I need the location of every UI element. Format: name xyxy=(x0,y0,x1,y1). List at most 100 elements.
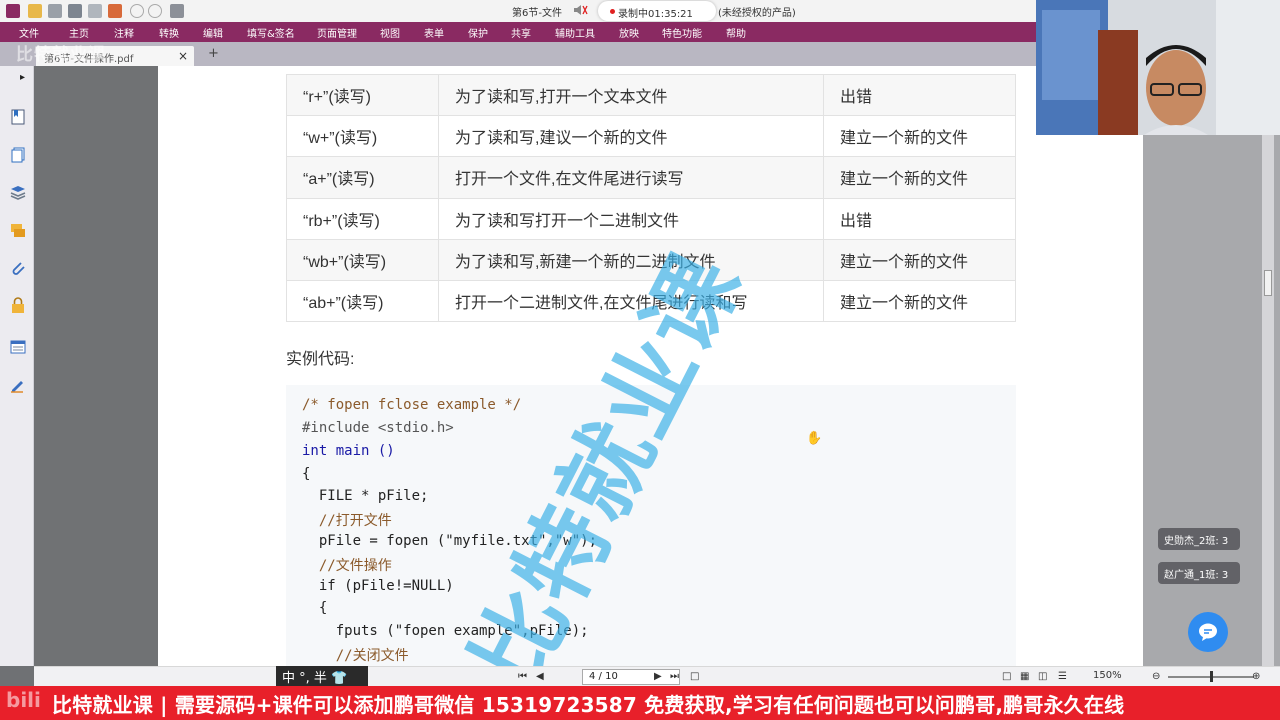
pages-icon[interactable] xyxy=(9,146,27,164)
recording-status: 录制中01:35:21 xyxy=(598,1,716,21)
vertical-scrollbar[interactable] xyxy=(1262,135,1274,666)
menu-bar: 文件 主页 注释 转换 编辑 填写&签名 页面管理 视图 表单 保护 共享 辅助… xyxy=(0,22,1036,42)
split-view-icon[interactable]: ☰ xyxy=(1058,671,1067,682)
table-cell: “ab+”(读写) xyxy=(286,279,439,323)
promo-banner: 比特就业课 | 需要源码+课件可以添加鹏哥微信 15319723587 免费获取… xyxy=(0,686,1280,720)
mail-icon[interactable] xyxy=(88,4,102,18)
continuous-page-icon[interactable]: ▦ xyxy=(1020,671,1029,682)
table-cell: 为了读和写,打开一个文本文件 xyxy=(438,73,824,117)
code-line: /* fopen fclose example */ xyxy=(302,397,522,413)
table-cell: “rb+”(读写) xyxy=(286,197,439,240)
table-row: “w+”(读写) 为了读和写,建议一个新的文件 建立一个新的文件 xyxy=(286,115,1016,158)
signature-icon[interactable] xyxy=(9,376,27,394)
menu-share[interactable]: 共享 xyxy=(511,25,531,40)
lock-icon[interactable] xyxy=(9,296,27,314)
next-page-icon[interactable]: ▶ xyxy=(654,671,662,682)
zoom-out-icon[interactable]: ⊖ xyxy=(1152,671,1160,682)
code-line: #include <stdio.h> xyxy=(302,420,454,436)
code-heading: 实例代码: xyxy=(286,351,355,368)
banner-text: 比特就业课 | 需要源码+课件可以添加鹏哥微信 15319723587 免费获取… xyxy=(52,693,1125,717)
menu-accessibility[interactable]: 辅助工具 xyxy=(555,25,595,40)
code-line: if (pFile!=NULL) xyxy=(302,578,454,594)
tab-bar: 第6节-文件操作.pdf × xyxy=(0,42,1036,66)
comments-icon[interactable] xyxy=(9,221,27,239)
facing-page-icon[interactable]: ◫ xyxy=(1038,671,1047,682)
menu-help[interactable]: 帮助 xyxy=(726,25,746,40)
print-icon[interactable] xyxy=(68,4,82,18)
scrollbar-thumb[interactable] xyxy=(1264,270,1272,296)
side-area xyxy=(1143,135,1280,666)
table-cell: 打开一个文件,在文件尾进行读写 xyxy=(438,156,824,199)
table-row: “a+”(读写) 打开一个文件,在文件尾进行读写 建立一个新的文件 xyxy=(286,156,1016,199)
stamp-icon[interactable] xyxy=(108,4,122,18)
close-icon[interactable]: × xyxy=(178,49,188,63)
table-cell: “wb+”(读写) xyxy=(286,238,439,281)
chat-button[interactable] xyxy=(1188,612,1228,652)
status-bar: ⏮ ◀ 4 / 10 ▶ ⏭ □ □ ▦ ◫ ☰ 150% ⊖ ⊕ xyxy=(34,666,1280,686)
table-row: “r+”(读写) 为了读和写,打开一个文本文件 出错 xyxy=(286,73,1016,117)
chat-icon xyxy=(1199,623,1217,641)
undo-icon[interactable] xyxy=(130,4,144,18)
table-cell: 建立一个新的文件 xyxy=(823,279,1016,323)
menu-present[interactable]: 放映 xyxy=(619,25,639,40)
bilibili-logo: bili xyxy=(6,688,41,712)
doc-title: 第6节-文件 xyxy=(512,8,562,19)
prev-page-icon[interactable]: ◀ xyxy=(536,671,544,682)
speaker-icon[interactable] xyxy=(572,3,590,19)
panel-expand-icon[interactable]: ▸ xyxy=(20,72,25,83)
single-page-icon[interactable]: □ xyxy=(1002,671,1011,682)
code-line: { xyxy=(302,600,328,616)
table-cell: 出错 xyxy=(823,73,1016,117)
table-cell: “r+”(读写) xyxy=(286,73,439,117)
hand-cursor-icon: ✋ xyxy=(806,431,823,446)
menu-features[interactable]: 特色功能 xyxy=(662,25,702,40)
table-cell: “a+”(读写) xyxy=(286,156,439,199)
title-suffix: (未经授权的产品) xyxy=(718,8,796,19)
menu-convert[interactable]: 转换 xyxy=(159,25,179,40)
code-line: FILE * pFile; xyxy=(302,488,429,504)
table-cell: 出错 xyxy=(823,197,1016,240)
menu-file[interactable]: 文件 xyxy=(4,25,54,40)
chat-notification: 史勋杰_2班: 3 xyxy=(1158,528,1240,550)
quick-access-toolbar: 第6节-文件 录制中01:35:21 (未经授权的产品) xyxy=(0,0,1036,22)
watermark-logo: 比特就业课 xyxy=(16,45,106,65)
layers-icon[interactable] xyxy=(9,183,27,201)
menu-comment[interactable]: 注释 xyxy=(114,25,134,40)
zoom-slider-knob[interactable] xyxy=(1210,671,1213,682)
code-line: { xyxy=(302,466,311,482)
last-page-icon[interactable]: ⏭ xyxy=(670,671,679,682)
pdf-app-icon[interactable] xyxy=(6,4,20,18)
table-cell: 为了读和写打开一个二进制文件 xyxy=(438,197,824,240)
code-line: int main () xyxy=(302,443,395,459)
redo-icon[interactable] xyxy=(148,4,162,18)
code-line: //文件操作 xyxy=(302,558,392,574)
page-number-input[interactable]: 4 / 10 xyxy=(582,669,680,685)
ime-status[interactable]: 中 °, 半 👕 xyxy=(276,666,368,686)
fields-icon[interactable] xyxy=(9,338,27,356)
webcam-video xyxy=(1036,0,1280,135)
zoom-in-icon[interactable]: ⊕ xyxy=(1252,671,1260,682)
attachment-icon[interactable] xyxy=(9,259,27,277)
table-cell: “w+”(读写) xyxy=(286,115,439,158)
customize-icon[interactable] xyxy=(170,4,184,18)
bookmark-icon[interactable] xyxy=(9,108,27,126)
zoom-level[interactable]: 150% xyxy=(1093,670,1122,681)
menu-form[interactable]: 表单 xyxy=(424,25,444,40)
menu-page-manage[interactable]: 页面管理 xyxy=(317,25,357,40)
table-cell: 建立一个新的文件 xyxy=(823,156,1016,199)
menu-view[interactable]: 视图 xyxy=(380,25,400,40)
fit-page-icon[interactable]: □ xyxy=(690,671,699,682)
save-icon[interactable] xyxy=(48,4,62,18)
menu-edit[interactable]: 编辑 xyxy=(203,25,223,40)
menu-protect[interactable]: 保护 xyxy=(468,25,488,40)
menu-fill-sign[interactable]: 填写&签名 xyxy=(247,25,295,40)
table-cell: 建立一个新的文件 xyxy=(823,115,1016,158)
code-line: //打开文件 xyxy=(302,513,392,529)
first-page-icon[interactable]: ⏮ xyxy=(518,671,527,682)
open-icon[interactable] xyxy=(28,4,42,18)
table-cell: 建立一个新的文件 xyxy=(823,238,1016,281)
menu-home[interactable]: 主页 xyxy=(69,25,89,40)
table-cell: 为了读和写,建议一个新的文件 xyxy=(438,115,824,158)
chat-notification: 赵广通_1班: 3 xyxy=(1158,562,1240,584)
new-tab-button[interactable]: + xyxy=(208,46,219,61)
